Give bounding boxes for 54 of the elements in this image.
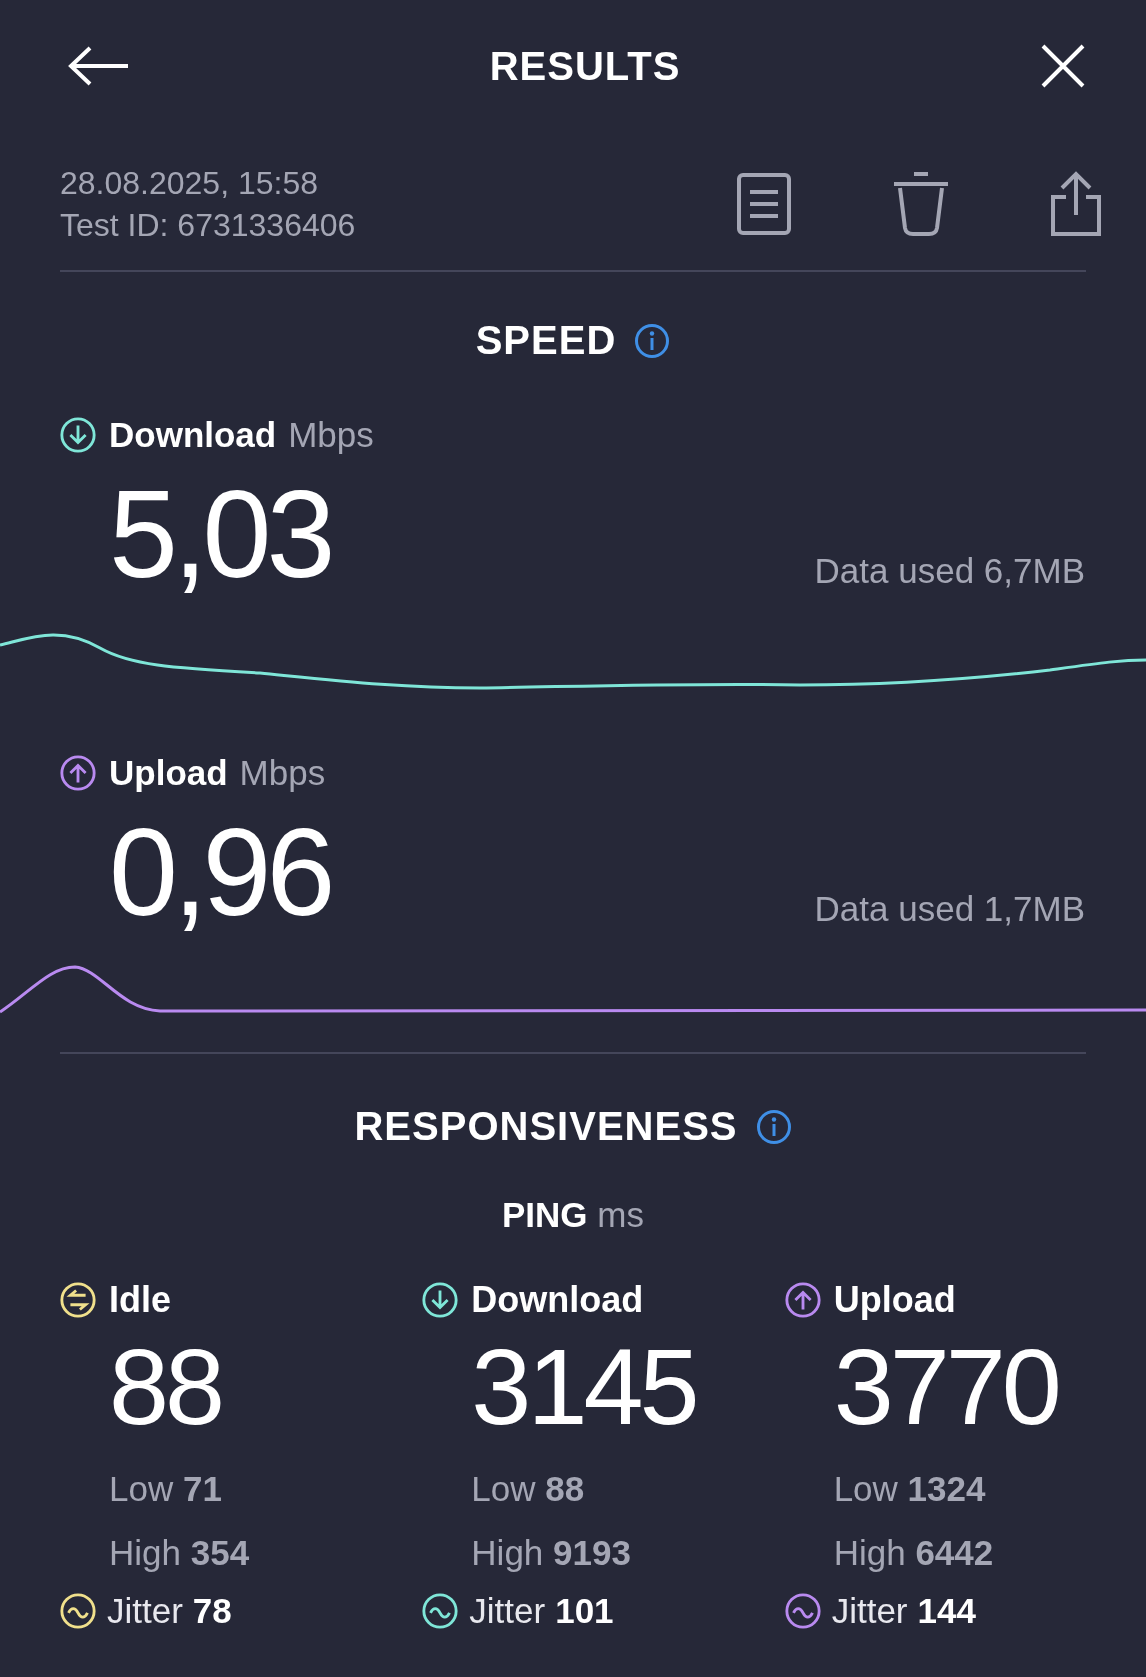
unit-label: Mbps xyxy=(288,415,374,455)
jitter-label: Jitter xyxy=(107,1591,183,1631)
info-icon[interactable] xyxy=(755,1108,792,1145)
stat-value: 9193 xyxy=(553,1533,631,1572)
section-title: RESPONSIVENESS xyxy=(354,1104,738,1149)
stat-value: 88 xyxy=(545,1469,585,1508)
idle-icon xyxy=(59,1281,97,1319)
speed-value: 0,96 xyxy=(109,807,331,937)
test-date: 28.08.2025, 15:58 xyxy=(60,164,319,203)
arrow-up-circle-icon xyxy=(59,754,97,792)
stat-value: 6442 xyxy=(915,1533,994,1572)
document-icon[interactable] xyxy=(736,172,792,236)
ping-type-label: Download xyxy=(471,1279,644,1321)
stat-label: Low xyxy=(471,1469,536,1508)
trash-icon[interactable] xyxy=(892,172,950,236)
screen-title: RESULTS xyxy=(489,43,681,89)
metric-label: Upload xyxy=(109,753,228,793)
back-icon[interactable] xyxy=(68,46,130,86)
jitter-value: 78 xyxy=(192,1591,232,1631)
data-used: Data used 6,7MB xyxy=(814,551,1085,592)
ping-value: 3770 xyxy=(832,1325,1059,1449)
stat-value: 354 xyxy=(190,1533,250,1572)
arrow-up-circle-icon xyxy=(783,1281,822,1319)
stat-label: High xyxy=(109,1533,181,1572)
unit-label: ms xyxy=(597,1195,644,1234)
jitter-label: Jitter xyxy=(469,1591,546,1631)
stat-label: Low xyxy=(833,1469,898,1508)
ping-label: PING xyxy=(502,1195,588,1234)
ping-type-label: Idle xyxy=(109,1279,171,1321)
data-used: Data used 1,7MB xyxy=(814,889,1085,930)
ping-value: 88 xyxy=(108,1325,223,1449)
ping-value: 3145 xyxy=(470,1325,697,1449)
jitter-value: 101 xyxy=(555,1591,614,1631)
stat-value: 1324 xyxy=(907,1469,986,1508)
metric-label: Download xyxy=(109,415,277,455)
unit-label: Mbps xyxy=(239,753,326,793)
close-icon[interactable] xyxy=(1040,43,1086,89)
jitter-icon xyxy=(59,1592,97,1630)
arrow-down-circle-icon xyxy=(421,1281,460,1319)
section-title: SPEED xyxy=(475,318,617,363)
jitter-icon xyxy=(421,1592,460,1630)
jitter-icon xyxy=(783,1592,822,1630)
stat-label: Low xyxy=(109,1469,174,1508)
ping-type-label: Upload xyxy=(833,1279,956,1321)
stat-label: High xyxy=(833,1533,906,1572)
stat-value: 71 xyxy=(182,1469,222,1508)
stat-label: High xyxy=(471,1533,544,1572)
jitter-label: Jitter xyxy=(831,1591,908,1631)
arrow-down-circle-icon xyxy=(59,416,97,454)
speed-value: 5,03 xyxy=(109,469,331,599)
test-id: Test ID: 6731336406 xyxy=(60,206,356,245)
share-icon[interactable] xyxy=(1050,171,1102,237)
info-icon[interactable] xyxy=(634,322,671,359)
jitter-value: 144 xyxy=(917,1591,976,1631)
